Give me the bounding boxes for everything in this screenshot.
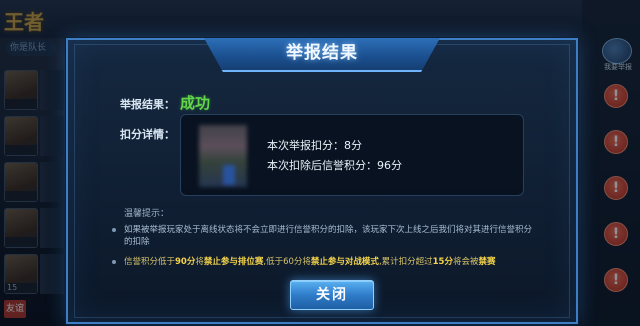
tip-part: 将	[195, 257, 204, 267]
tip-part: ,低于60分将	[263, 257, 311, 267]
tip-item: 信誉积分低于90分将禁止参与排位赛,低于60分将禁止参与对战模式,累计扣分超过1…	[112, 256, 532, 268]
bullet-icon	[112, 228, 116, 232]
dialog-title: 举报结果	[286, 43, 358, 63]
detail-label: 扣分详情：	[120, 128, 175, 141]
tip-highlight: 禁止参与排位赛	[203, 257, 264, 267]
result-label: 举报结果：	[120, 98, 175, 111]
tip-item: 如果被举报玩家处于离线状态将不会立即进行信誉积分的扣除，该玩家下次上线之后我们将…	[112, 224, 532, 248]
tips-title: 温馨提示：	[124, 209, 170, 219]
tip-text: 如果被举报玩家处于离线状态将不会立即进行信誉积分的扣除，该玩家下次上线之后我们将…	[124, 225, 533, 247]
deduction-line: 本次举报扣分：8分	[267, 139, 362, 152]
tip-highlight: 禁赛	[478, 257, 496, 267]
dialog-title-bar: 举报结果	[204, 38, 440, 72]
report-result-dialog: 举报结果 举报结果： 成功 扣分详情： 本次举报扣分：8分 本次扣除后信誉积分：…	[66, 38, 578, 324]
result-value: 成功	[180, 94, 211, 112]
detail-box: 本次举报扣分：8分 本次扣除后信誉积分：96分	[180, 114, 524, 196]
remaining-score-line: 本次扣除后信誉积分：96分	[267, 159, 402, 172]
close-button[interactable]: 关闭	[290, 280, 374, 310]
tip-part: 将会被	[452, 257, 479, 267]
tip-text: 信誉积分低于90分将禁止参与排位赛,低于60分将禁止参与对战模式,累计扣分超过1…	[112, 256, 532, 268]
tip-highlight: 90分	[175, 257, 196, 267]
tip-part: ,累计扣分超过	[378, 257, 433, 267]
bullet-icon	[112, 260, 116, 264]
tip-part: 信誉积分低于	[124, 257, 176, 267]
tip-highlight: 禁止参与对战模式	[310, 257, 379, 267]
tip-highlight: 15分	[432, 257, 453, 267]
reported-player-image	[199, 125, 247, 187]
